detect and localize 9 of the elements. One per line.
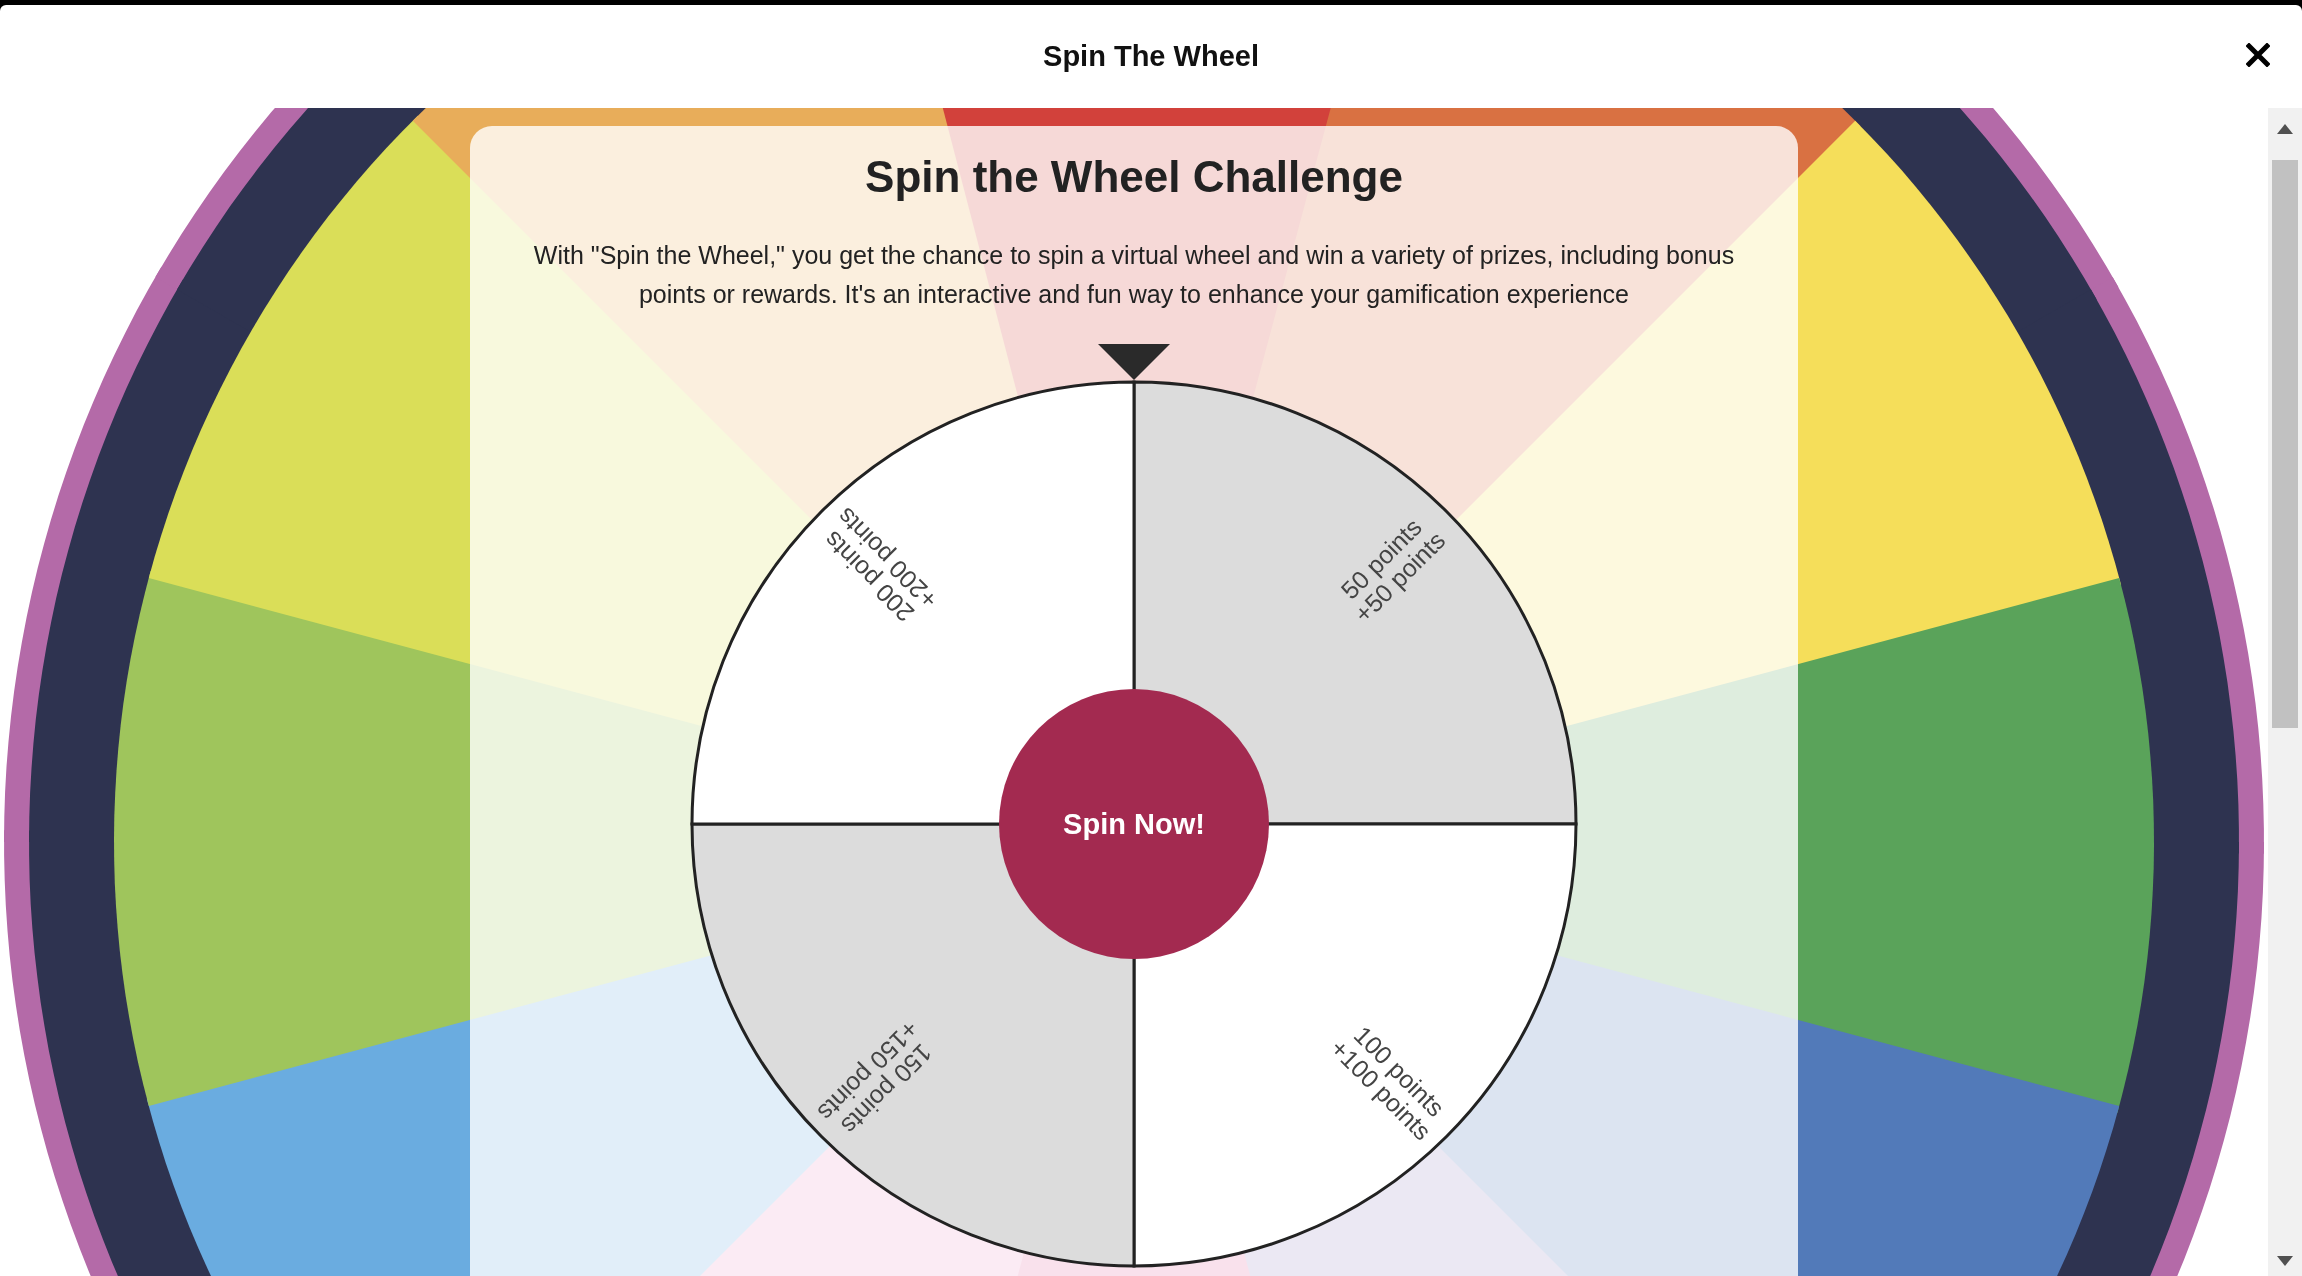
challenge-title: Spin the Wheel Challenge xyxy=(865,152,1403,202)
scrollbar[interactable] xyxy=(2268,108,2302,1276)
challenge-description: With "Spin the Wheel," you get the chance to spin a virtual wheel and win a variety of prizes, including bonus points or rewards. It's an interactive and fun way to enhance your gamification experience xyxy=(532,240,1736,310)
pointer-icon xyxy=(1098,344,1170,380)
close-icon xyxy=(2246,43,2270,67)
dialog-title: Spin The Wheel xyxy=(1043,40,1259,73)
scroll-up-icon[interactable] xyxy=(2277,124,2293,134)
scrollbar-thumb[interactable] xyxy=(2272,160,2298,728)
scroll-down-icon[interactable] xyxy=(2277,1256,2293,1266)
